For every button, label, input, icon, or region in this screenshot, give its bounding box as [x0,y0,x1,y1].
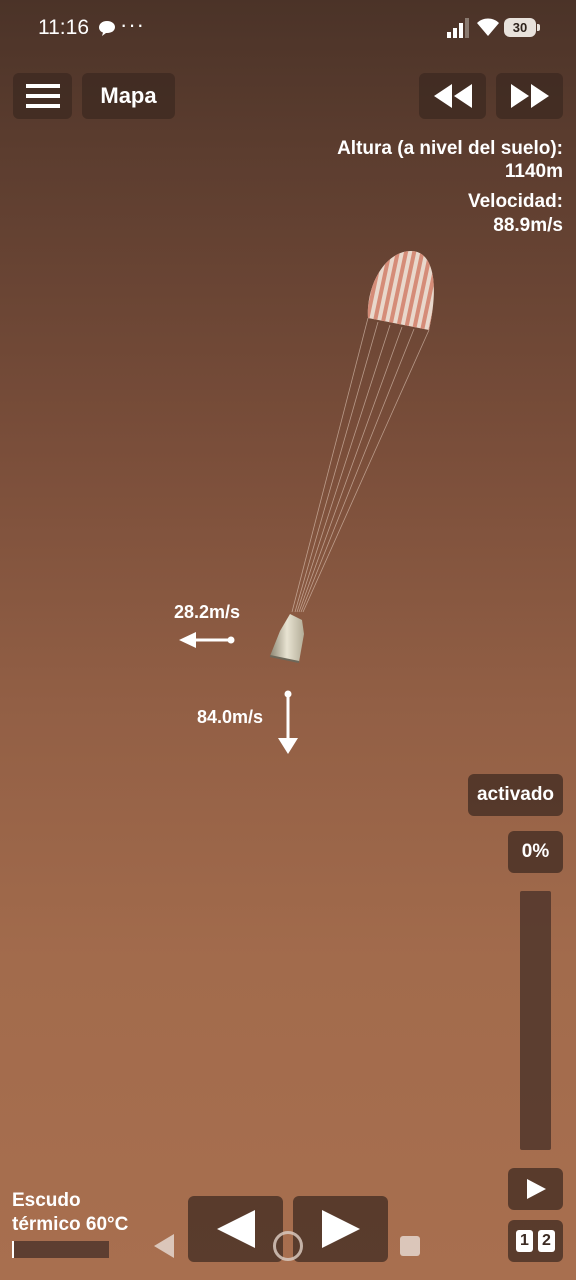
capsule [269,614,304,663]
rotate-right-button[interactable] [293,1196,388,1262]
heat-shield-label-line1: Escudo [12,1190,81,1211]
rotate-right-icon [321,1210,360,1248]
vertical-speed-label: 84.0m/s [197,707,264,727]
activated-toggle-button[interactable]: activado [468,774,563,816]
vertical-velocity-arrow [278,690,298,754]
play-icon [526,1179,546,1199]
stage-selector[interactable]: 1 2 [508,1220,563,1262]
nav-home-icon[interactable] [273,1231,303,1261]
horizontal-speed-label: 28.2m/s [174,602,241,622]
throttle-percent: 0% [508,831,563,873]
heat-shield-label-line2: térmico 60°C [12,1214,129,1235]
rotate-left-icon [216,1210,255,1248]
throttle-slider[interactable] [520,891,551,1150]
parachute-lines [291,317,430,613]
parachute-canopy [367,250,434,330]
heat-shield-bar-fill [12,1241,14,1258]
heat-shield-bar [12,1241,109,1258]
stage-2[interactable]: 2 [538,1230,555,1252]
nav-recent-apps-icon[interactable] [400,1236,420,1256]
game-scene [179,250,434,754]
nav-back-icon[interactable] [153,1233,175,1259]
play-button[interactable] [508,1168,563,1210]
stage-1[interactable]: 1 [516,1230,533,1252]
rotate-left-button[interactable] [188,1196,283,1262]
heat-shield-label: Escudo térmico 60°C [12,1189,128,1237]
horizontal-velocity-arrow [179,632,235,648]
